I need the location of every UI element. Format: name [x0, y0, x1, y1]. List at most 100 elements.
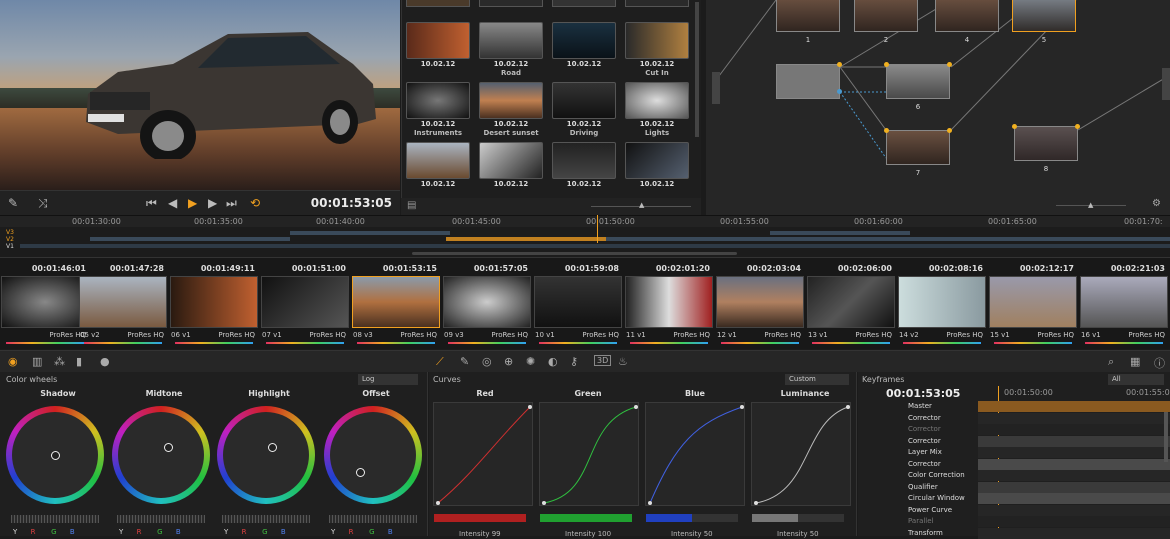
pool-clip-top[interactable]	[406, 0, 470, 7]
strip-clip-selected[interactable]: 00:01:53:1508 v3ProRes HQ	[351, 260, 441, 348]
play-icon[interactable]: ▶	[188, 196, 197, 210]
playhead[interactable]	[597, 215, 598, 243]
track-clip[interactable]	[290, 231, 450, 235]
wheel-highlight[interactable]	[217, 406, 315, 504]
track-clip[interactable]	[926, 237, 1170, 241]
track-clip[interactable]	[90, 237, 290, 241]
keyframe-row[interactable]: Layer Mix	[858, 447, 1170, 459]
strip-clip[interactable]: 00:01:59:0810 v1ProRes HQ	[533, 260, 623, 348]
wheel-midtone[interactable]	[112, 406, 210, 504]
keyframe-row[interactable]: Corrector	[858, 413, 1170, 425]
clip-view-icon[interactable]: ▤	[407, 200, 416, 211]
curve-luminance[interactable]	[751, 402, 851, 506]
key-icon[interactable]: ◐	[548, 355, 558, 368]
wheel-slider[interactable]	[329, 515, 417, 523]
node-output-handle[interactable]	[1162, 68, 1170, 100]
pool-clip[interactable]: 10.02.12Cut In	[625, 22, 689, 78]
flame-icon[interactable]: ♨	[618, 355, 628, 368]
pool-clip[interactable]: 10.02.12Lights	[625, 82, 689, 138]
scopes-icon[interactable]: ▥	[32, 355, 42, 368]
intensity-slider-green[interactable]	[540, 514, 632, 522]
strip-clip[interactable]: 00:02:12:1715 v1ProRes HQ	[988, 260, 1078, 348]
window-icon[interactable]: ◎	[482, 355, 492, 368]
zoom-handle-icon[interactable]: ▲	[639, 201, 644, 209]
pool-clip[interactable]: 10.02.12Desert sunset	[479, 82, 543, 138]
keyframe-row[interactable]: Color Correction	[858, 470, 1170, 482]
strip-clip[interactable]: 00:01:51:0007 v1ProRes HQ	[260, 260, 350, 348]
keyframe-row[interactable]: Transform	[858, 528, 1170, 539]
keyframe-row[interactable]: Qualifier	[858, 482, 1170, 494]
zoom-handle-icon[interactable]: ▲	[1088, 201, 1093, 209]
keyframe-row[interactable]: Corrector	[858, 459, 1170, 471]
camera-icon[interactable]: ▮	[76, 355, 82, 368]
blur-icon[interactable]: ✺	[526, 355, 535, 368]
pool-clip[interactable]: 10.02.12	[552, 142, 616, 189]
strip-clip[interactable]: 00:02:21:0316 v1ProRes HQ	[1079, 260, 1169, 348]
curves-icon[interactable]: ⟋	[436, 355, 444, 369]
curves-mode-select[interactable]: Custom	[785, 374, 849, 385]
intensity-slider-red[interactable]	[434, 514, 526, 522]
tracker-icon[interactable]: ⊕	[504, 355, 513, 368]
info-icon[interactable]: ⓘ	[1154, 355, 1165, 371]
strip-clip[interactable]: 00:01:57:0509 v3ProRes HQ	[442, 260, 532, 348]
keyframe-row[interactable]: Corrector	[858, 424, 1170, 436]
node-input-handle[interactable]	[712, 72, 720, 104]
node-settings-icon[interactable]: ⚙	[1152, 198, 1161, 209]
color-wheel-icon[interactable]: ◉	[8, 355, 18, 368]
wheel-slider[interactable]	[222, 515, 310, 523]
timeline-ruler[interactable]: 00:01:30:00 00:01:35:00 00:01:40:00 00:0…	[0, 215, 1170, 227]
step-forward-icon[interactable]: ▶	[208, 196, 217, 210]
node-source[interactable]	[776, 64, 840, 99]
strip-clip[interactable]: 00:02:06:0013 v1ProRes HQ	[806, 260, 896, 348]
wheel-mode-select[interactable]: Log	[358, 374, 418, 385]
pool-clip-top[interactable]	[625, 0, 689, 7]
3d-icon[interactable]: 3D	[594, 355, 611, 366]
go-to-end-icon[interactable]: ⏭	[226, 196, 237, 211]
node-5[interactable]	[1012, 0, 1076, 32]
keyframe-row[interactable]: Power Curve	[858, 505, 1170, 517]
wheel-slider[interactable]	[11, 515, 99, 523]
keyframes-scrollbar[interactable]	[1164, 412, 1168, 462]
strip-clip[interactable]: 00:02:03:0412 v1ProRes HQ	[715, 260, 805, 348]
wheel-shadow[interactable]	[6, 406, 104, 504]
nodes-icon[interactable]: ⁂	[54, 355, 65, 368]
keyframe-row[interactable]: Master	[858, 401, 1170, 413]
record-icon[interactable]: ●	[100, 355, 110, 368]
node-4[interactable]	[935, 0, 999, 32]
pen-tool-icon[interactable]: ✎	[8, 196, 18, 210]
strip-clip[interactable]: 00:01:47:2805 v2ProRes HQ	[78, 260, 168, 348]
node-7[interactable]	[886, 130, 950, 165]
track-clip[interactable]	[20, 244, 1170, 248]
curve-red[interactable]	[433, 402, 533, 506]
eyedropper-icon[interactable]: ✎	[460, 355, 469, 368]
pool-clip[interactable]: 10.02.12	[552, 22, 616, 69]
search-icon[interactable]: ⌕	[1108, 355, 1114, 369]
pool-clip[interactable]: 10.02.12	[406, 142, 470, 189]
node-1[interactable]	[776, 0, 840, 32]
keyframe-row[interactable]: Parallel	[858, 516, 1170, 528]
timeline-scrollbar[interactable]	[412, 252, 737, 255]
keyframes-filter-select[interactable]: All	[1108, 374, 1164, 385]
pool-clip[interactable]: 10.02.12Instruments	[406, 82, 470, 138]
loop-icon[interactable]: ⟲	[250, 196, 260, 210]
pool-clip[interactable]: 10.02.12	[625, 142, 689, 189]
pool-clip[interactable]: 10.02.12Road	[479, 22, 543, 78]
step-back-icon[interactable]: ◀	[168, 196, 177, 210]
pool-clip-top[interactable]	[552, 0, 616, 7]
node-6[interactable]	[886, 64, 950, 99]
wheel-offset[interactable]	[324, 406, 422, 504]
wheel-slider[interactable]	[117, 515, 205, 523]
pool-clip[interactable]: 10.02.12	[406, 22, 470, 69]
strip-clip[interactable]: 00:01:46:01ProRes HQ	[0, 260, 90, 348]
pool-clip-top[interactable]	[479, 0, 543, 7]
intensity-slider-luminance[interactable]	[752, 514, 844, 522]
keyframe-key-icon[interactable]: ⚷	[570, 355, 578, 368]
track-clip-selected[interactable]	[446, 237, 606, 241]
curve-green[interactable]	[539, 402, 639, 506]
grid-icon[interactable]: ▦	[1130, 355, 1140, 368]
pool-clip[interactable]: 10.02.12Driving	[552, 82, 616, 138]
strip-clip[interactable]: 00:02:01:2011 v1ProRes HQ	[624, 260, 714, 348]
track-clip[interactable]	[606, 237, 926, 241]
pool-scrollbar[interactable]	[695, 2, 699, 137]
track-clip[interactable]	[770, 231, 910, 235]
